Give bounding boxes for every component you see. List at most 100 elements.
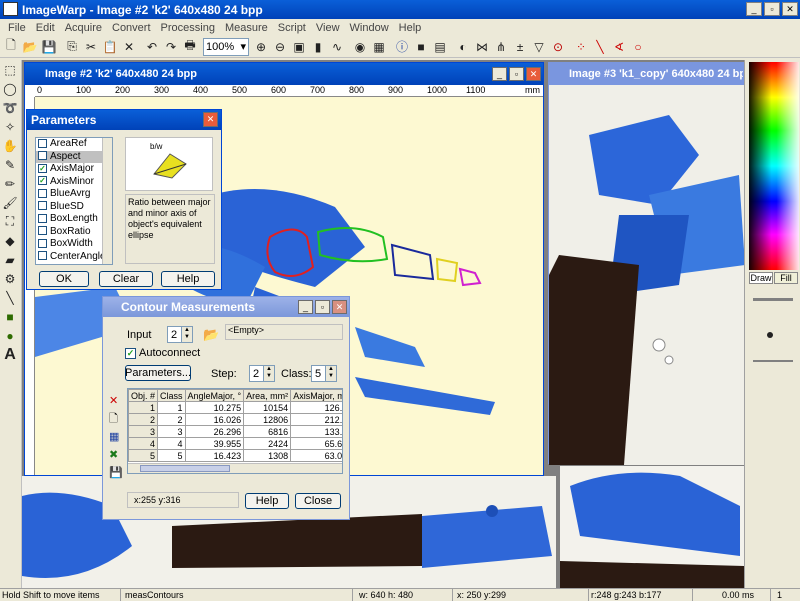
filter-icon[interactable]: ▽ [530, 38, 548, 56]
stamp-icon[interactable]: ⛶ [0, 212, 20, 231]
menu-item-measure[interactable]: Measure [220, 22, 273, 34]
unchecked-checkbox-icon[interactable] [38, 151, 47, 161]
table-row[interactable]: 3326.2966816133.81 [128, 425, 342, 438]
parameter-item[interactable]: BlueAvrg [36, 188, 112, 201]
open-icon[interactable]: 📂 [21, 38, 39, 56]
new-table-icon[interactable]: 🗋 [109, 410, 123, 428]
menu-item-window[interactable]: Window [345, 22, 394, 34]
contour-close-button[interactable]: ✕ [332, 300, 347, 314]
table-row[interactable]: 4439.955242465.651 [128, 437, 342, 450]
menu-item-convert[interactable]: Convert [107, 22, 156, 34]
copy-icon[interactable]: ⎘ [63, 38, 81, 56]
image-window-2-titlebar[interactable]: Image #2 'k2' 640x480 24 bpp [25, 63, 543, 85]
eraser-icon[interactable]: ▰ [0, 250, 20, 269]
parameter-item[interactable]: BoxWidth [36, 238, 112, 251]
class-stepper[interactable]: 5 ▲ ▼ [311, 365, 337, 382]
params-help-button[interactable]: Help [161, 271, 215, 287]
contour-close-btn[interactable]: Close [295, 493, 341, 509]
image2-close-button[interactable]: ✕ [526, 67, 541, 81]
zoom-in-icon[interactable]: ⊕ [252, 38, 270, 56]
clear-button[interactable]: Clear [99, 271, 153, 287]
profile-icon[interactable]: ∿ [328, 38, 346, 56]
tab-draw[interactable]: Draw [749, 272, 773, 284]
print-icon[interactable]: 🖶 [181, 38, 199, 56]
pencil-icon[interactable]: ✏ [0, 174, 20, 193]
contour-maximize-button[interactable]: ▫ [315, 300, 330, 314]
table-row[interactable]: 2216.02612806212.14 [128, 413, 342, 426]
column-header[interactable]: Class [157, 389, 186, 402]
line-width-slider[interactable] [753, 298, 793, 301]
line-icon[interactable]: ╲ [0, 288, 20, 307]
fill-icon[interactable]: ◆ [0, 231, 20, 250]
new-icon[interactable]: 🗋 [2, 38, 20, 56]
rect-select-icon[interactable]: ⬚ [0, 60, 20, 79]
smudge-icon[interactable]: ⚙ [0, 269, 20, 288]
delete-row-icon[interactable]: ✕ [109, 392, 123, 410]
text-icon[interactable]: A [0, 345, 20, 364]
parameters-titlebar[interactable]: Parameters [27, 110, 221, 130]
checked-checkbox-icon[interactable]: ✓ [38, 176, 47, 186]
contour-help-button[interactable]: Help [245, 493, 289, 509]
menu-item-edit[interactable]: Edit [31, 22, 60, 34]
menu-item-file[interactable]: File [3, 22, 31, 34]
parameter-item[interactable]: ✓ AxisMinor [36, 176, 112, 189]
parameters-list-scrollbar[interactable] [102, 138, 112, 264]
open-folder-icon[interactable]: 📂 [203, 327, 219, 343]
rectangle-icon[interactable]: ■ [0, 307, 20, 326]
parameters-list[interactable]: AreaRef Aspect ✓ AxisMajor ✓ AxisMinor BlueAvr… [35, 137, 113, 265]
contour-minimize-button[interactable]: _ [298, 300, 313, 314]
points-icon[interactable]: ⁘ [572, 38, 590, 56]
parameter-item[interactable]: CenterAngle [36, 251, 112, 264]
angle-icon[interactable]: ∢ [610, 38, 628, 56]
parameters-button[interactable]: Parameters... [125, 365, 191, 381]
unchecked-checkbox-icon[interactable] [38, 238, 47, 248]
histogram-icon[interactable]: ▮ [309, 38, 327, 56]
step-stepper-arrows[interactable]: ▲ ▼ [263, 366, 274, 381]
circle-measure-icon[interactable]: ○ [629, 38, 647, 56]
undo-icon[interactable]: ↶ [143, 38, 161, 56]
tab-fill[interactable]: Fill [774, 272, 798, 284]
measurements-table[interactable]: Obj. # Class AngleMajor, ° Area, mm² AxisMaj… [127, 388, 343, 474]
close-button[interactable]: ✕ [782, 2, 798, 16]
table-row[interactable]: 5516.423130863.077 [128, 449, 342, 462]
menu-item-view[interactable]: View [311, 22, 345, 34]
column-header[interactable]: Area, mm² [243, 389, 292, 402]
eyedropper-icon[interactable]: ✎ [0, 155, 20, 174]
arithmetic-icon[interactable]: ± [511, 38, 529, 56]
save-table-icon[interactable]: 💾 [109, 464, 123, 482]
column-header[interactable]: AxisMajor, mm [290, 389, 342, 402]
parameter-item[interactable]: ✓ AxisMajor [36, 163, 112, 176]
menu-item-acquire[interactable]: Acquire [60, 22, 107, 34]
delete-icon[interactable]: ✕ [120, 38, 138, 56]
document-icon[interactable]: ▤ [431, 38, 449, 56]
paste-icon[interactable]: 📋 [101, 38, 119, 56]
menu-item-processing[interactable]: Processing [156, 22, 220, 34]
image2-minimize-button[interactable]: _ [492, 67, 507, 81]
transform-icon[interactable]: ⋈ [473, 38, 491, 56]
threshold-icon[interactable]: ◉ [351, 38, 369, 56]
input-stepper[interactable]: 2 ▲ ▼ [167, 326, 193, 343]
image2-maximize-button[interactable]: ▫ [509, 67, 524, 81]
cut-icon[interactable]: ✂ [82, 38, 100, 56]
zoom-select[interactable]: 100% ▾ [203, 37, 249, 56]
opacity-slider[interactable] [753, 360, 793, 362]
unchecked-checkbox-icon[interactable] [38, 251, 47, 261]
parameter-item[interactable]: BoxLength [36, 213, 112, 226]
image-k1-copy[interactable] [549, 85, 745, 465]
unchecked-checkbox-icon[interactable] [38, 138, 47, 148]
image-window-3[interactable]: Image #3 'k1_copy' 640x480 24 bpp [548, 62, 745, 465]
color-picker[interactable] [749, 62, 799, 270]
autoconnect-checkbox[interactable]: ✓ Autoconnect [125, 347, 200, 359]
parameter-item[interactable]: BlueSD [36, 201, 112, 214]
maximize-button[interactable]: ▫ [764, 2, 780, 16]
save-icon[interactable]: 💾 [40, 38, 58, 56]
contrast-icon[interactable]: ◐ [454, 38, 472, 56]
line-measure-icon[interactable]: ╲ [591, 38, 609, 56]
grid-icon[interactable]: ▦ [370, 38, 388, 56]
table-horizontal-scrollbar[interactable] [128, 463, 342, 473]
minimize-button[interactable]: _ [746, 2, 762, 16]
magic-wand-icon[interactable]: ✧ [0, 117, 20, 136]
unchecked-checkbox-icon[interactable] [38, 201, 47, 211]
export-excel-icon[interactable]: ✖ [109, 446, 123, 464]
unchecked-checkbox-icon[interactable] [38, 188, 47, 198]
